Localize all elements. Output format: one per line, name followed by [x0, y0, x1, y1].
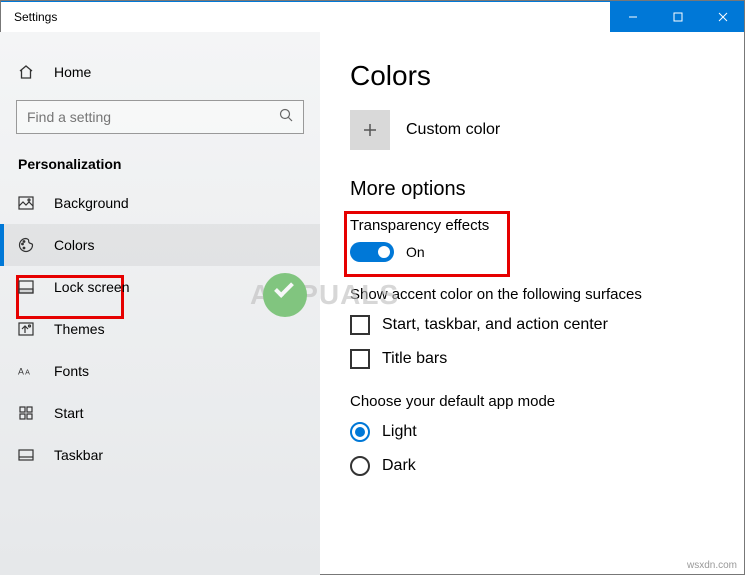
lockscreen-icon: [18, 279, 34, 295]
accent-option-titlebars[interactable]: Title bars: [350, 349, 725, 369]
home-link[interactable]: Home: [0, 52, 320, 92]
nav-fonts[interactable]: AA Fonts: [0, 350, 320, 392]
nav-label: Taskbar: [54, 447, 103, 463]
search-icon: [279, 108, 293, 127]
nav-label: Colors: [54, 237, 94, 253]
option-label: Title bars: [382, 350, 447, 368]
home-icon: [18, 64, 34, 80]
app-mode-light[interactable]: Light: [350, 422, 725, 442]
taskbar-icon: [18, 447, 34, 463]
nav-label: Themes: [54, 321, 105, 337]
maximize-button[interactable]: [655, 2, 700, 32]
attribution: wsxdn.com: [687, 560, 737, 571]
picture-icon: [18, 195, 34, 211]
window-title: Settings: [0, 2, 57, 24]
minimize-button[interactable]: [610, 2, 655, 32]
nav-colors[interactable]: Colors: [0, 224, 320, 266]
themes-icon: [18, 321, 34, 337]
main-panel: Colors Custom color More options Transpa…: [320, 32, 745, 575]
radio[interactable]: [350, 456, 370, 476]
titlebar: Settings: [0, 0, 745, 32]
home-label: Home: [54, 64, 91, 80]
nav-label: Fonts: [54, 363, 89, 379]
close-button[interactable]: [700, 2, 745, 32]
custom-color-swatch[interactable]: [350, 110, 390, 150]
nav-taskbar[interactable]: Taskbar: [0, 434, 320, 476]
transparency-toggle[interactable]: [350, 242, 394, 262]
app-mode-dark[interactable]: Dark: [350, 456, 725, 476]
search-input[interactable]: [27, 109, 247, 125]
accent-surfaces-label: Show accent color on the following surfa…: [350, 286, 725, 303]
app-mode-label: Choose your default app mode: [350, 393, 725, 410]
category-header: Personalization: [0, 146, 320, 182]
nav-lockscreen[interactable]: Lock screen: [0, 266, 320, 308]
checkbox[interactable]: [350, 315, 370, 335]
more-options-header: More options: [350, 178, 725, 201]
accent-option-start[interactable]: Start, taskbar, and action center: [350, 315, 725, 335]
fonts-icon: AA: [18, 363, 34, 379]
nav-label: Lock screen: [54, 279, 129, 295]
checkbox[interactable]: [350, 349, 370, 369]
nav-start[interactable]: Start: [0, 392, 320, 434]
sidebar: Home Personalization Background Colors: [0, 32, 320, 575]
option-label: Dark: [382, 457, 416, 475]
transparency-state: On: [406, 244, 425, 260]
radio[interactable]: [350, 422, 370, 442]
nav-label: Background: [54, 195, 129, 211]
start-icon: [18, 405, 34, 421]
palette-icon: [18, 237, 34, 253]
option-label: Start, taskbar, and action center: [382, 316, 608, 334]
nav-label: Start: [54, 405, 84, 421]
custom-color-row[interactable]: Custom color: [350, 110, 725, 150]
svg-text:A: A: [18, 367, 24, 377]
svg-text:A: A: [25, 369, 30, 377]
transparency-label: Transparency effects: [350, 217, 725, 234]
nav-themes[interactable]: Themes: [0, 308, 320, 350]
nav-background[interactable]: Background: [0, 182, 320, 224]
search-box[interactable]: [16, 100, 304, 134]
custom-color-label: Custom color: [406, 121, 500, 139]
option-label: Light: [382, 423, 417, 441]
window-controls: [610, 2, 745, 32]
page-title: Colors: [350, 60, 725, 92]
